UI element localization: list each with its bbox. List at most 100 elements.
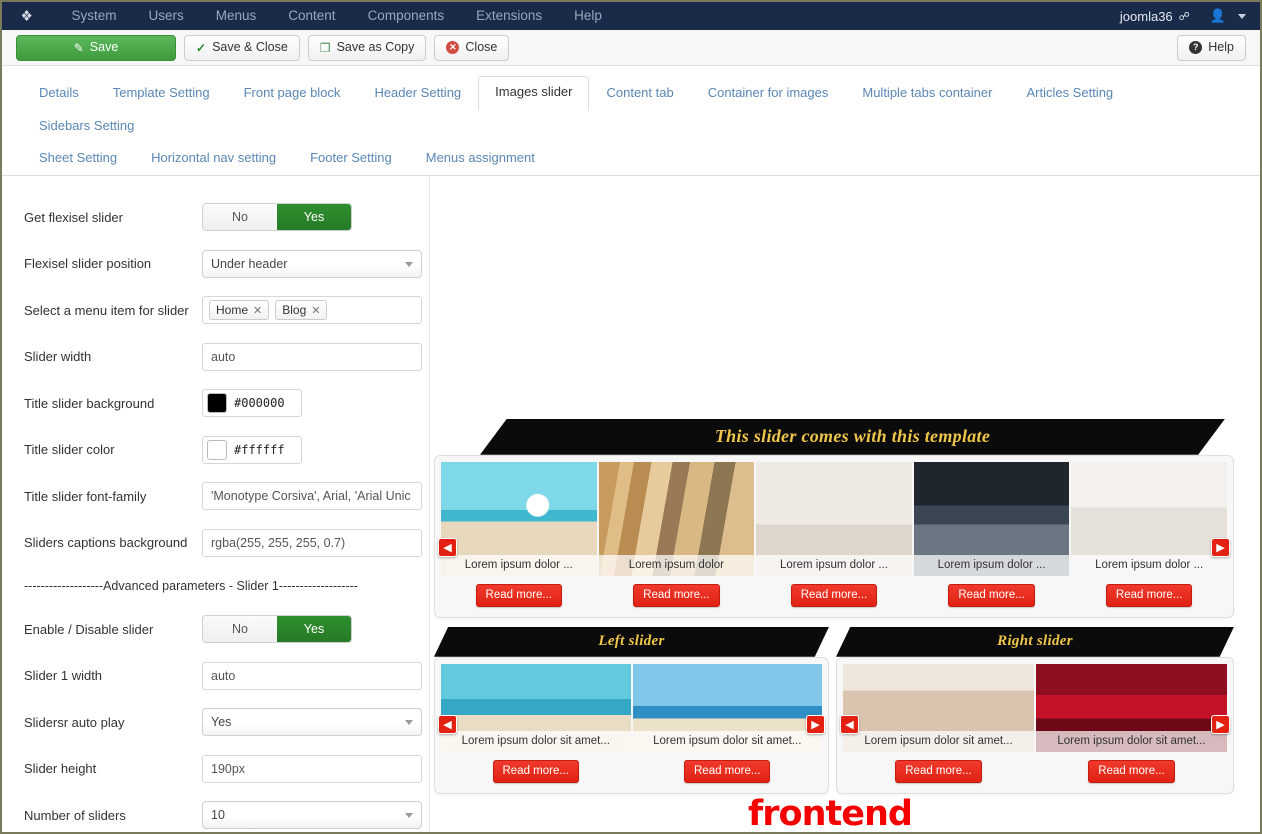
tab-menus-assignment[interactable]: Menus assignment <box>409 142 552 176</box>
main-slider-slides: Lorem ipsum dolor ... Lorem ipsum dolor … <box>441 461 1227 576</box>
tab-multiple-tabs-container[interactable]: Multiple tabs container <box>845 77 1009 111</box>
topbar-menu-item-extensions[interactable]: Extensions <box>460 2 558 30</box>
read-more-button[interactable]: Read more... <box>790 583 878 607</box>
read-more-button[interactable]: Read more... <box>1105 583 1193 607</box>
main-slider-prev-button[interactable]: ◀ <box>438 537 457 557</box>
copy-icon: ❐ <box>319 40 331 55</box>
color-swatch-icon[interactable] <box>207 393 227 414</box>
main-slider-next-button[interactable]: ▶ <box>1211 537 1230 557</box>
topbar-menu-item-content[interactable]: Content <box>272 2 351 30</box>
field-row-number-of-sliders: Number of sliders 10 <box>2 792 429 832</box>
save-and-close-label: Save & Close <box>212 40 288 55</box>
tab-content-tab[interactable]: Content tab <box>589 77 690 111</box>
tab-front-page-block[interactable]: Front page block <box>227 77 358 111</box>
left-slider-banner-title: Left slider <box>598 633 665 650</box>
chevron-down-icon[interactable] <box>1238 13 1246 19</box>
site-name-link[interactable]: joomla36 <box>1120 9 1173 24</box>
right-slider-next-button[interactable]: ▶ <box>1211 714 1230 734</box>
section-divider-advanced-slider-1: -------------------Advanced parameters -… <box>24 578 358 593</box>
input-title-slider-font-family[interactable] <box>202 482 422 511</box>
tab-template-setting[interactable]: Template Setting <box>96 77 227 111</box>
chevron-down-icon <box>405 813 413 819</box>
slide-item[interactable]: Lorem ipsum dolor sit amet... <box>441 663 631 752</box>
color-input-title-slider-background[interactable]: #000000 <box>202 389 302 418</box>
tag-item[interactable]: Home ✕ <box>209 300 270 321</box>
label-title-slider-font-family: Title slider font-family <box>24 488 147 504</box>
tab-details[interactable]: Details <box>22 77 96 111</box>
slide-item[interactable]: Lorem ipsum dolor ... <box>756 461 912 576</box>
control-slider-width <box>202 342 422 371</box>
tab-sidebars-setting[interactable]: Sidebars Setting <box>22 110 151 144</box>
save-button[interactable]: ✎ Save <box>16 34 176 61</box>
slide-item[interactable]: Lorem ipsum dolor ... <box>913 461 1070 576</box>
read-more-button[interactable]: Read more... <box>948 583 1035 607</box>
save-button-label: Save <box>89 40 119 55</box>
tab-sheet-setting[interactable]: Sheet Setting <box>22 142 134 176</box>
help-button[interactable]: ? Help <box>1177 34 1246 61</box>
slide-photo: Lorem ipsum dolor sit amet... <box>1036 663 1227 752</box>
left-slider-prev-button[interactable]: ◀ <box>438 714 457 734</box>
main-slider-box: ◀ ▶ Lorem ipsum dolor ... Lorem ipsum do… <box>434 454 1234 618</box>
select-number-of-sliders[interactable]: 10 <box>202 801 422 830</box>
field-row-title-slider-font-family: Title slider font-family <box>2 473 429 520</box>
remove-tag-icon[interactable]: ✕ <box>311 304 320 317</box>
input-sliders-captions-background[interactable] <box>202 528 422 557</box>
right-slider-banner-wrap: Right slider <box>836 626 1234 657</box>
read-more-button[interactable]: Read more... <box>895 759 982 783</box>
toggle-option-no[interactable]: No <box>203 204 277 231</box>
tabs-row-1: Details Template Setting Front page bloc… <box>22 76 1240 142</box>
tab-footer-setting[interactable]: Footer Setting <box>293 142 409 176</box>
pencil-square-icon: ✎ <box>73 40 84 55</box>
toggle-get-flexisel-slider[interactable]: No Yes <box>202 203 352 232</box>
color-input-title-slider-color[interactable]: #ffffff <box>202 435 302 464</box>
left-slider-next-button[interactable]: ▶ <box>806 714 825 734</box>
joomla-logo-icon[interactable]: ❖ <box>21 9 33 24</box>
slide-item[interactable]: Lorem ipsum dolor sit amet... <box>843 663 1034 752</box>
slide-item[interactable]: Lorem ipsum dolor sit amet... <box>632 663 822 752</box>
input-slider-height[interactable] <box>202 754 422 783</box>
read-more-button[interactable]: Read more... <box>492 759 579 783</box>
tab-container-for-images[interactable]: Container for images <box>691 77 846 111</box>
save-as-copy-button[interactable]: ❐ Save as Copy <box>307 34 427 61</box>
toggle-option-yes[interactable]: Yes <box>277 616 351 643</box>
close-button[interactable]: ✕ Close <box>434 34 510 61</box>
readmore-cell: Read more... <box>914 576 1070 607</box>
topbar-menu-item-users[interactable]: Users <box>132 2 199 30</box>
input-slider-1-width[interactable] <box>202 661 422 690</box>
select-value-sliders-auto-play: Yes <box>211 715 232 730</box>
slide-item[interactable]: Lorem ipsum dolor ... <box>1071 461 1227 576</box>
label-slider-height: Slider height <box>24 761 97 777</box>
color-swatch-icon[interactable] <box>207 439 227 460</box>
read-more-button[interactable]: Read more... <box>475 583 563 607</box>
tab-images-slider[interactable]: Images slider <box>478 76 590 111</box>
slide-item[interactable]: Lorem ipsum dolor <box>598 461 755 576</box>
save-and-close-button[interactable]: ✓ Save & Close <box>184 34 300 61</box>
tab-header-setting[interactable]: Header Setting <box>357 77 478 111</box>
toggle-option-no[interactable]: No <box>203 616 277 643</box>
slide-item[interactable]: Lorem ipsum dolor ... <box>441 461 597 576</box>
tag-input-menu-items[interactable]: Home ✕ Blog ✕ <box>202 296 422 325</box>
input-slider-width[interactable] <box>202 342 422 371</box>
slide-item[interactable]: Lorem ipsum dolor sit amet... <box>1036 663 1227 752</box>
tag-item[interactable]: Blog ✕ <box>275 300 328 321</box>
topbar-menu-item-help[interactable]: Help <box>558 2 618 30</box>
user-avatar-icon[interactable]: 👤 <box>1210 8 1226 24</box>
chevron-down-icon <box>405 720 413 726</box>
topbar-menu-item-components[interactable]: Components <box>352 2 461 30</box>
read-more-button[interactable]: Read more... <box>684 759 771 783</box>
topbar-menu-item-system[interactable]: System <box>55 2 132 30</box>
tab-horizontal-nav-setting[interactable]: Horizontal nav setting <box>134 142 293 176</box>
toggle-enable-disable-slider[interactable]: No Yes <box>202 615 352 644</box>
topbar-menu-item-menus[interactable]: Menus <box>200 2 273 30</box>
toggle-option-yes[interactable]: Yes <box>277 204 351 231</box>
select-sliders-auto-play[interactable]: Yes <box>202 708 422 737</box>
right-slider-prev-button[interactable]: ◀ <box>840 714 859 734</box>
read-more-button[interactable]: Read more... <box>633 583 720 607</box>
control-sliders-captions-background <box>202 528 422 557</box>
field-row-sliders-captions-background: Sliders captions background <box>2 519 429 566</box>
select-flexisel-slider-position[interactable]: Under header <box>202 249 422 278</box>
tab-articles-setting[interactable]: Articles Setting <box>1009 77 1130 111</box>
remove-tag-icon[interactable]: ✕ <box>253 304 262 317</box>
external-link-icon[interactable]: ☍ <box>1179 10 1190 23</box>
read-more-button[interactable]: Read more... <box>1088 759 1175 783</box>
